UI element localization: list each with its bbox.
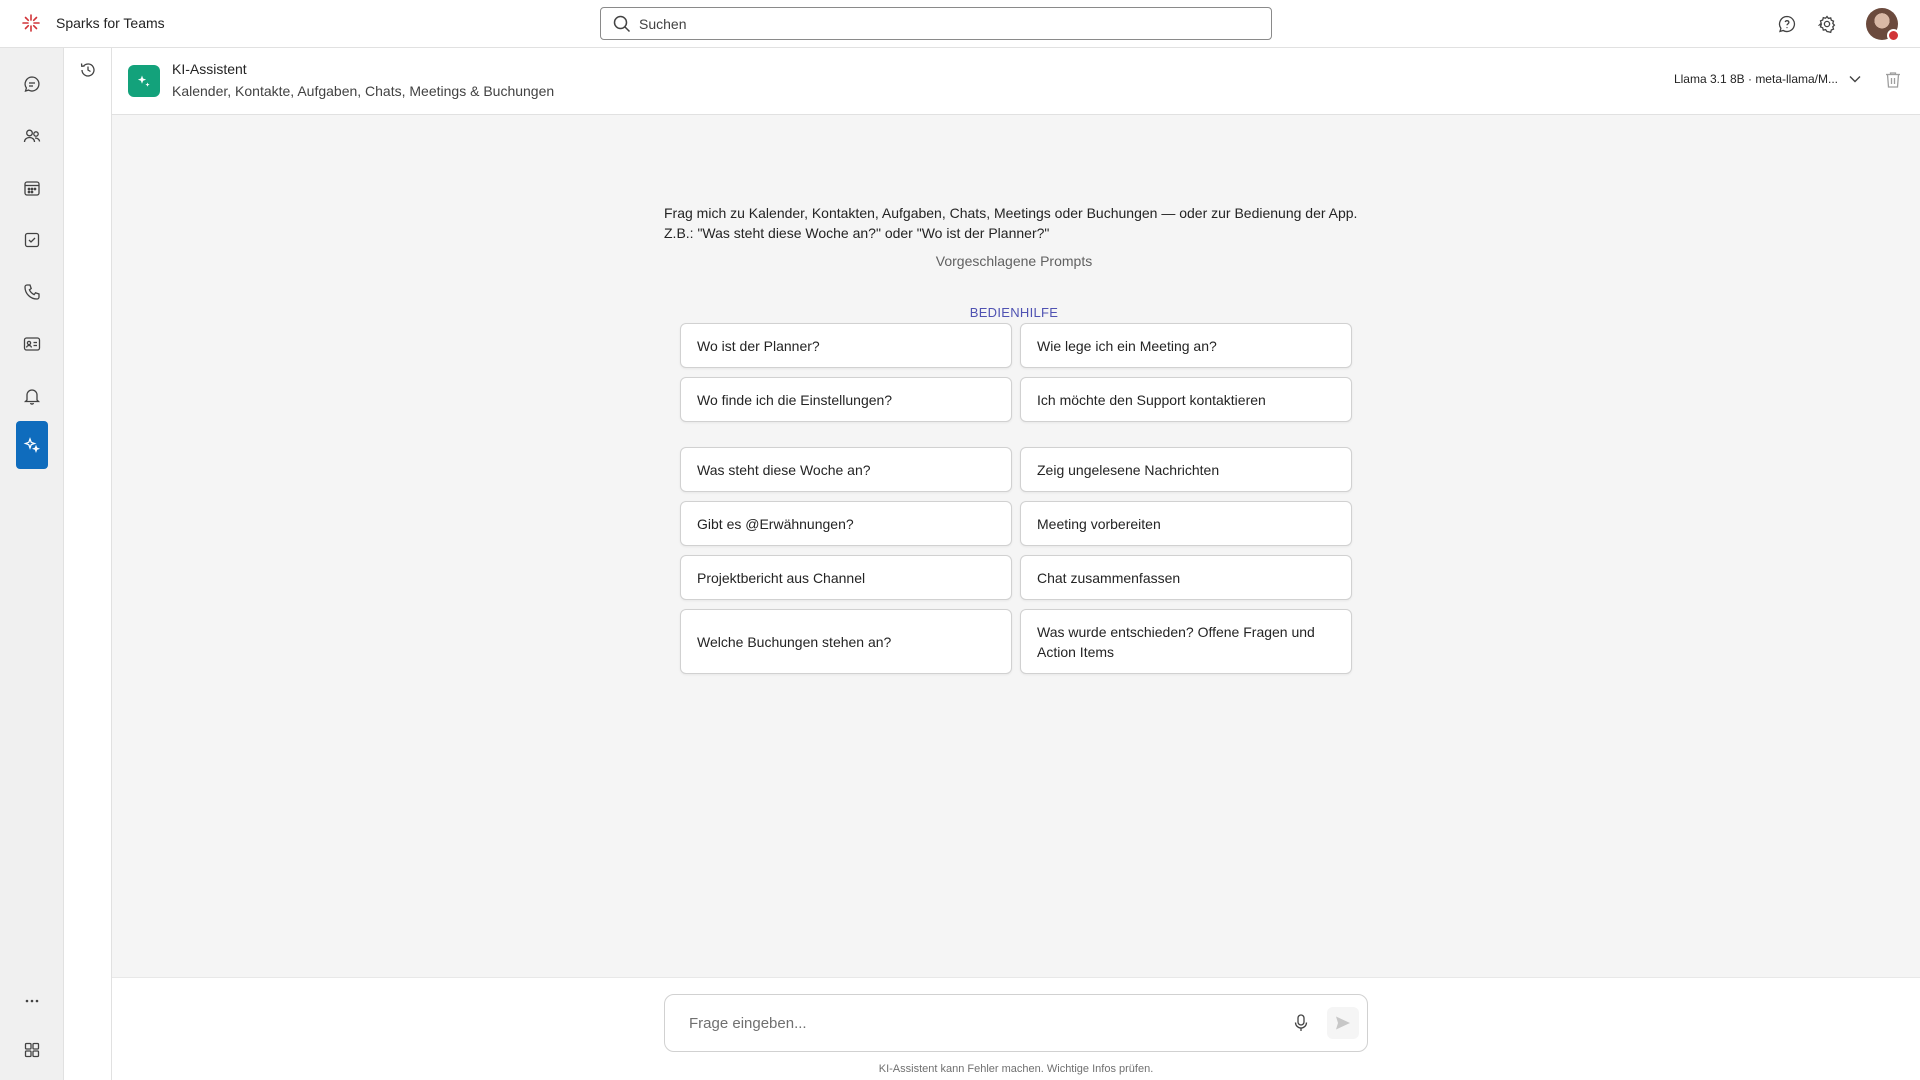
question-input[interactable]	[689, 1014, 1279, 1032]
prompt-button[interactable]: Wie lege ich ein Meeting an?	[1020, 323, 1352, 368]
composer	[664, 994, 1368, 1052]
prompt-button[interactable]: Wo finde ich die Einstellungen?	[680, 377, 1012, 422]
microphone-icon[interactable]	[1293, 1013, 1309, 1038]
more-icon[interactable]	[16, 985, 48, 1017]
apps-icon[interactable]	[16, 1034, 48, 1066]
intro-line-2: Z.B.: "Was steht diese Woche an?" oder "…	[664, 225, 1050, 241]
phone-icon[interactable]	[16, 276, 48, 308]
prompt-button[interactable]: Was wurde entschieden? Offene Fragen und…	[1020, 609, 1352, 674]
calendar-icon[interactable]	[16, 172, 48, 204]
bell-icon[interactable]	[16, 380, 48, 412]
ai-sparkle-icon	[137, 75, 150, 87]
send-button[interactable]	[1327, 1007, 1359, 1039]
prompt-button[interactable]: Projektbericht aus Channel	[680, 555, 1012, 600]
ai-sparkle-icon	[23, 437, 41, 453]
settings-icon[interactable]	[1815, 12, 1839, 36]
avatar[interactable]	[1866, 8, 1900, 42]
intro-text: Frag mich zu Kalender, Kontakten, Aufgab…	[664, 203, 1364, 243]
bot-avatar	[128, 65, 160, 97]
search-icon	[613, 15, 631, 32]
brand[interactable]: Sparks for Teams	[20, 12, 165, 34]
prompt-button[interactable]: Gibt es @Erwähnungen?	[680, 501, 1012, 546]
top-bar: Sparks for Teams	[0, 0, 1920, 48]
contact-card-icon[interactable]	[16, 328, 48, 360]
chat-icon[interactable]	[16, 68, 48, 100]
ai-assistant-nav-item[interactable]	[16, 421, 48, 469]
history-panel	[64, 48, 112, 1080]
prompt-button[interactable]: Ich möchte den Support kontaktieren	[1020, 377, 1352, 422]
left-rail	[0, 48, 64, 1080]
page-title: KI-Assistent	[172, 61, 247, 77]
app-title: Sparks for Teams	[56, 15, 165, 31]
search-input[interactable]	[639, 15, 1239, 32]
suggested-prompts-heading: Vorgeschlagene Prompts	[935, 253, 1093, 269]
chevron-down-icon	[1849, 76, 1861, 83]
disclaimer: KI-Assistent kann Fehler machen. Wichtig…	[878, 1063, 1154, 1075]
trash-icon[interactable]	[1884, 70, 1902, 95]
send-icon	[1336, 1016, 1350, 1030]
prompt-button[interactable]: Meeting vorbereiten	[1020, 501, 1352, 546]
model-select-value: Llama 3.1 8B · meta-llama/M...	[1673, 72, 1838, 86]
section-label-help: BEDIENHILFE	[969, 305, 1059, 320]
tasks-icon[interactable]	[16, 224, 48, 256]
page-subtitle: Kalender, Kontakte, Aufgaben, Chats, Mee…	[172, 83, 555, 99]
help-icon[interactable]	[1775, 12, 1799, 36]
history-icon[interactable]	[74, 56, 102, 84]
model-select[interactable]: Llama 3.1 8B · meta-llama/M...	[1674, 72, 1862, 86]
intro-line-1: Frag mich zu Kalender, Kontakten, Aufgab…	[664, 205, 1358, 221]
prompt-button[interactable]: Was steht diese Woche an?	[680, 447, 1012, 492]
sparks-logo-icon	[22, 14, 40, 32]
prompt-button[interactable]: Chat zusammenfassen	[1020, 555, 1352, 600]
prompt-button[interactable]: Wo ist der Planner?	[680, 323, 1012, 368]
prompt-button[interactable]: Zeig ungelesene Nachrichten	[1020, 447, 1352, 492]
presence-status-indicator	[1887, 29, 1900, 42]
search-box[interactable]	[600, 7, 1272, 40]
chat-header: KI-Assistent Kalender, Kontakte, Aufgabe…	[112, 48, 1920, 115]
people-icon[interactable]	[16, 120, 48, 152]
prompt-button[interactable]: Welche Buchungen stehen an?	[680, 609, 1012, 674]
